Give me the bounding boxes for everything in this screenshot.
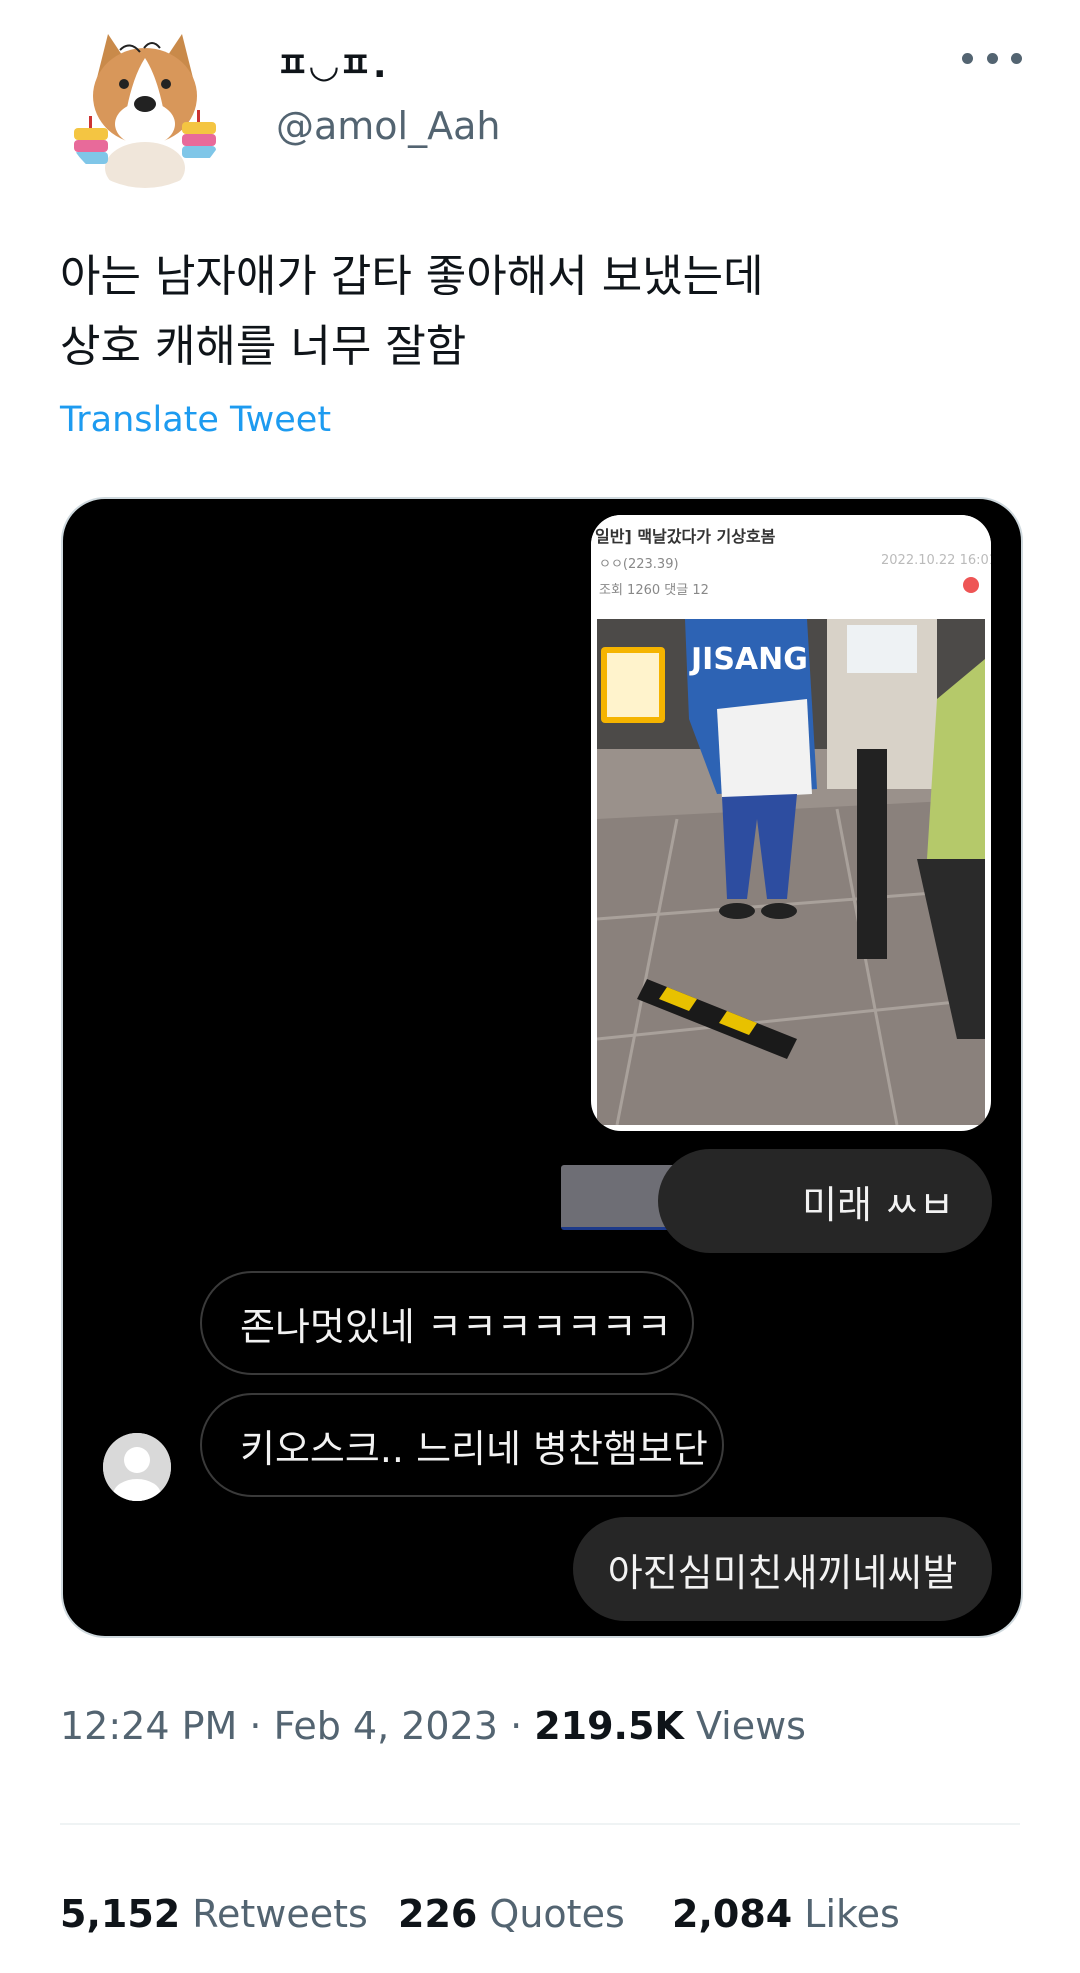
message-bubble-sent: 아진심미친새끼네씨발: [573, 1517, 992, 1621]
shared-post-screenshot: 일반] 맥날갔다가 기상호봄 ㅇㅇ(223.39) 2022.10.22 16:…: [591, 515, 991, 1131]
tweet-text-line: 상호 캐해를 너무 잘함: [60, 321, 467, 372]
likes-count: 2,084: [672, 1892, 793, 1936]
shared-post-badge-icon: [963, 577, 979, 593]
tweet-text: 아는 남자애가 갑타 좋아해서 보냈는데 상호 캐해를 너무 잘함: [60, 242, 1020, 382]
tweet-date[interactable]: Feb 4, 2023: [274, 1704, 498, 1748]
quotes-count: 226: [398, 1892, 478, 1936]
retweets-count: 5,152: [60, 1892, 181, 1936]
retweets-stat[interactable]: 5,152 Retweets: [60, 1892, 368, 1936]
message-bubble-received: 키오스크.. 느리네 병찬햄보단: [200, 1393, 724, 1497]
chat-avatar: [103, 1433, 171, 1501]
separator-dot: ·: [249, 1704, 274, 1748]
retweets-label: Retweets: [192, 1892, 368, 1936]
message-bubble-received: 존나멋있네 ㅋㅋㅋㅋㅋㅋㅋ: [200, 1271, 694, 1375]
quotes-stat[interactable]: 226 Quotes: [398, 1892, 625, 1936]
kiosk-scene-image: JISANG: [597, 619, 985, 1125]
shared-post-title: 일반] 맥날갔다가 기상호봄: [595, 527, 776, 546]
message-text: 아진심미친새끼네씨발: [607, 1550, 958, 1595]
more-options-icon[interactable]: [962, 40, 1022, 76]
likes-stat[interactable]: 2,084 Likes: [672, 1892, 900, 1936]
shared-post-date: 2022.10.22 16:01: [881, 553, 991, 568]
quotes-label: Quotes: [489, 1892, 625, 1936]
tweet-time[interactable]: 12:24 PM: [60, 1704, 237, 1748]
avatar[interactable]: [60, 18, 230, 188]
kiosk-photo: JISANG: [597, 619, 985, 1125]
user-placeholder-icon: [103, 1433, 171, 1501]
more-dot: [962, 52, 973, 64]
user-handle[interactable]: @amol_Aah: [276, 104, 500, 148]
tweet-text-line: 아는 남자애가 갑타 좋아해서 보냈는데: [60, 251, 764, 302]
shared-post-header: 일반] 맥날갔다가 기상호봄 ㅇㅇ(223.39) 2022.10.22 16:…: [591, 515, 991, 615]
shared-post-stats: 조회 1260 댓글 12: [599, 583, 709, 598]
corgi-avatar-icon: [74, 34, 216, 188]
message-text: 존나멋있네 ㅋㅋㅋㅋㅋㅋㅋ: [240, 1304, 672, 1349]
translate-tweet-link[interactable]: Translate Tweet: [60, 400, 331, 440]
message-text: 미래 ㅆㅂ: [802, 1182, 954, 1227]
tweet-meta: 12:24 PM · Feb 4, 2023 · 219.5K Views: [60, 1704, 806, 1748]
more-dot: [986, 52, 998, 64]
tweet-media-image[interactable]: 일반] 맥날갔다가 기상호봄 ㅇㅇ(223.39) 2022.10.22 16:…: [61, 497, 1023, 1638]
divider: [60, 1823, 1020, 1825]
shared-post-author: ㅇㅇ(223.39): [599, 557, 679, 572]
display-name[interactable]: ㅍ◡ㅍ.: [276, 36, 388, 88]
separator-dot: ·: [510, 1704, 535, 1748]
more-dot: [1011, 52, 1022, 64]
views-count: 219.5K: [534, 1704, 684, 1748]
message-bubble-sent: 미래 ㅆㅂ: [658, 1149, 992, 1253]
message-text: 키오스크.. 느리네 병찬햄보단: [240, 1426, 708, 1471]
views-label: Views: [695, 1704, 806, 1748]
likes-label: Likes: [804, 1892, 900, 1936]
jacket-text: JISANG: [689, 642, 808, 677]
